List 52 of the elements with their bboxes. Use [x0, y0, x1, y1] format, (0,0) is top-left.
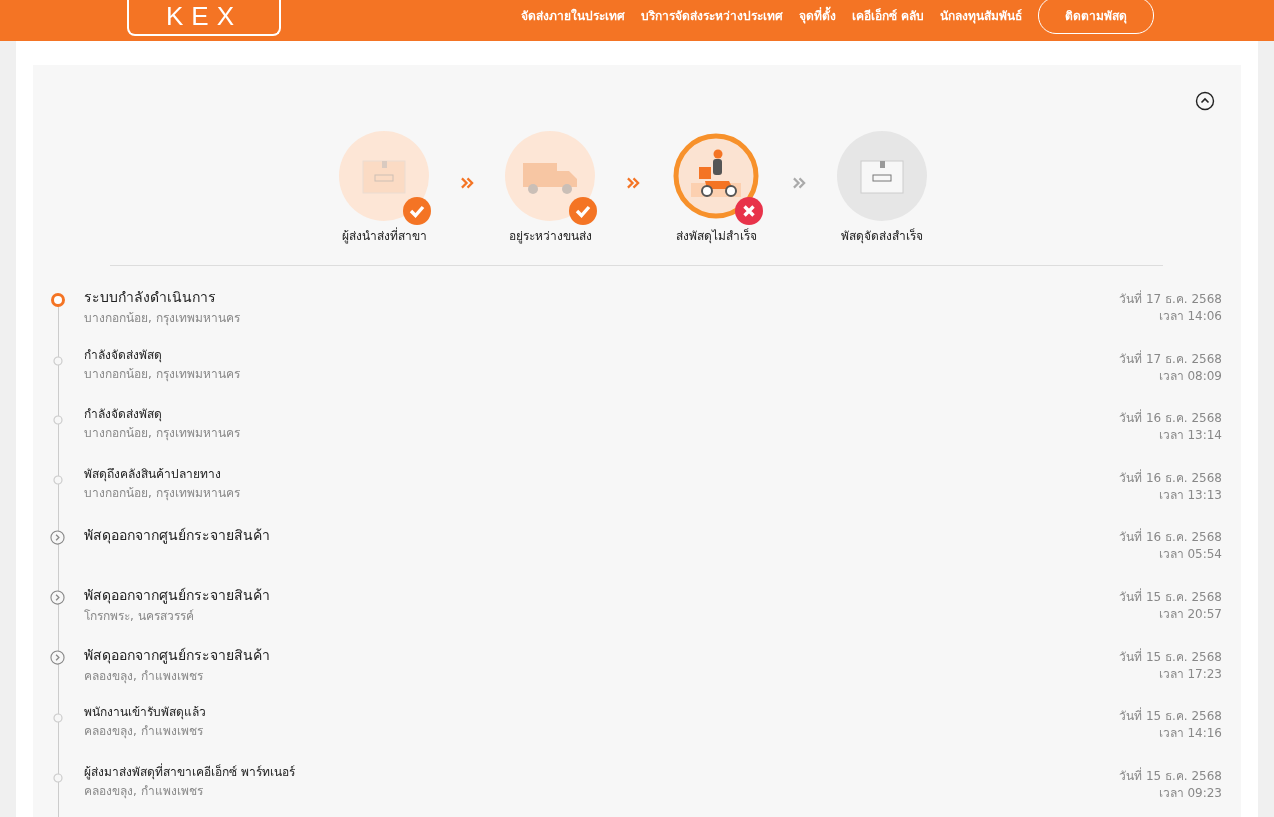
event-title: กำลังจัดส่งพัสดุ — [84, 406, 163, 424]
nav-link[interactable]: บริการจัดส่งระหว่างประเทศ — [640, 6, 783, 25]
event-location: คลองขลุง, กำแพงเพชร — [84, 782, 204, 801]
event-time: เวลา 13:13 — [1157, 486, 1222, 504]
nav-link[interactable]: จุดที่ตั้ง — [798, 6, 836, 25]
step-label: อยู่ระหว่างขนส่ง — [508, 228, 592, 245]
event-location: บางกอกน้อย, กรุงเทพมหานคร — [84, 365, 241, 384]
chevrons-icon — [792, 177, 806, 189]
event-date: วันที่ 15 ธ.ค. 2568 — [1119, 648, 1222, 666]
collapse-icon[interactable] — [1195, 91, 1215, 111]
logo[interactable]: KEX — [127, 0, 281, 36]
event-date: วันที่ 15 ธ.ค. 2568 — [1119, 767, 1222, 785]
event-title: ระบบกำลังดำเนินการ — [84, 288, 217, 307]
event-title: พัสดุถึงคลังสินค้าปลายทาง — [84, 465, 222, 483]
event-time: เวลา 05:54 — [1157, 546, 1222, 564]
event-date: วันที่ 17 ธ.ค. 2568 — [1119, 350, 1222, 368]
event-date: วันที่ 17 ธ.ค. 2568 — [1119, 291, 1222, 308]
nav-link[interactable]: เคอีเอ็กซ์ คลับ — [851, 6, 924, 25]
event-date: วันที่ 16 ธ.ค. 2568 — [1119, 469, 1222, 487]
event-title: ผู้ส่งมาส่งพัสดุที่สาขาเคอีเอ็กซ์ พาร์ทเนอร์ — [84, 762, 296, 781]
event-date: วันที่ 15 ธ.ค. 2568 — [1119, 708, 1222, 726]
nav-link[interactable]: จัดส่งภายในประเทศ — [520, 6, 625, 25]
cross-badge-icon — [735, 197, 763, 225]
event-date: วันที่ 16 ธ.ค. 2568 — [1119, 529, 1222, 547]
event-time: เวลา 14:06 — [1157, 308, 1222, 325]
nav-link[interactable]: นักลงทุนสัมพันธ์ — [940, 6, 1022, 25]
event-location: คลองขลุง, กำแพงเพชร — [84, 723, 204, 741]
step-label: ส่งพัสดุไม่สำเร็จ — [675, 227, 757, 245]
event-time: เวลา 20:57 — [1157, 605, 1222, 623]
check-badge-icon — [569, 197, 597, 225]
event-location: โกรกพระ, นครสวรรค์ — [84, 607, 195, 625]
event-location: บางกอกน้อย, กรุงเทพมหานคร — [84, 310, 241, 328]
event-time: เวลา 13:14 — [1157, 427, 1222, 445]
event-location: บางกอกน้อย, กรุงเทพมหานคร — [84, 484, 241, 503]
check-badge-icon — [403, 197, 431, 225]
event-title: กำลังจัดส่งพัสดุ — [84, 346, 163, 364]
event-title: พัสดุออกจากศูนย์กระจายสินค้า — [84, 526, 271, 546]
step-label: ผู้ส่งนำส่งที่สาขา — [341, 226, 427, 245]
step-label: พัสดุจัดส่งสำเร็จ — [841, 227, 923, 245]
event-title: พนักงานเข้ารับพัสดุแล้ว — [84, 704, 207, 722]
event-date: วันที่ 16 ธ.ค. 2568 — [1119, 410, 1222, 428]
chevrons-icon — [626, 177, 640, 189]
event-time: เวลา 08:09 — [1157, 367, 1222, 385]
event-date: วันที่ 15 ธ.ค. 2568 — [1119, 588, 1222, 606]
event-time: เวลา 14:16 — [1157, 725, 1222, 743]
event-time: เวลา 09:23 — [1157, 784, 1222, 802]
event-location: บางกอกน้อย, กรุงเทพมหานคร — [84, 425, 241, 443]
event-time: เวลา 17:23 — [1157, 665, 1222, 683]
chevrons-icon — [460, 177, 474, 189]
event-location: คลองขลุง, กำแพงเพชร — [84, 667, 204, 686]
event-title: พัสดุออกจากศูนย์กระจายสินค้า — [84, 645, 271, 666]
event-title: พัสดุออกจากศูนย์กระจายสินค้า — [84, 585, 271, 606]
